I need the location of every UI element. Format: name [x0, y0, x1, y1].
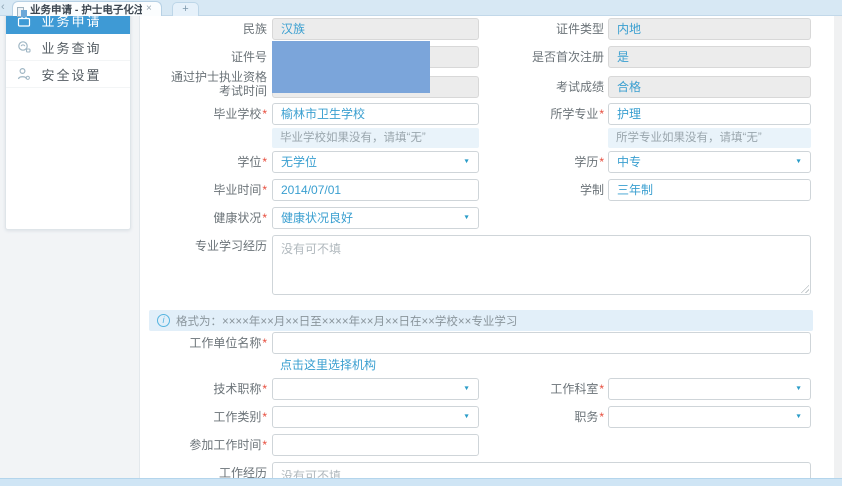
required-asterisk: *	[262, 155, 267, 169]
label-exam-pass-time: 通过护士执业资格考试时间	[140, 70, 267, 98]
new-tab-button[interactable]: +	[172, 2, 199, 16]
required-asterisk: *	[262, 336, 267, 350]
label-id-type: 证件类型	[486, 18, 604, 40]
exam-result-field: 合格	[608, 76, 811, 98]
label-join-work-time: 参加工作时间*	[140, 434, 267, 456]
tab-title: 业务申请 - 护士电子化注	[30, 2, 142, 17]
label-education: 学历*	[486, 151, 604, 173]
label-graduation-date: 毕业时间*	[140, 179, 267, 201]
scrollbar-track[interactable]	[834, 16, 842, 478]
label-work-department: 工作科室*	[486, 378, 604, 400]
sidebar-item-label: 业务查询	[39, 38, 130, 57]
education-select[interactable]: 中专 ▼	[608, 151, 811, 173]
label-id-number: 证件号	[140, 46, 267, 68]
format-info-text: 格式为：××××年××月××日至××××年××月××日在××学校××专业学习	[176, 313, 517, 329]
chevron-down-icon: ▼	[463, 209, 470, 227]
required-asterisk: *	[262, 410, 267, 424]
label-ethnicity: 民族	[140, 18, 267, 40]
sidebar-item-security-settings[interactable]: 安全设置	[6, 61, 130, 88]
ethnicity-field: 汉族	[272, 18, 479, 40]
work-unit-input[interactable]	[272, 332, 811, 354]
chevron-down-icon: ▼	[795, 153, 802, 171]
label-work-experience: 工作经历	[140, 462, 267, 478]
required-asterisk: *	[599, 410, 604, 424]
tab-favicon-icon	[17, 4, 27, 14]
required-asterisk: *	[262, 211, 267, 225]
label-major: 所学专业*	[486, 103, 604, 125]
format-info-bar: i 格式为：××××年××月××日至××××年××月××日在××学校××专业学习	[149, 310, 813, 331]
person-icon	[17, 67, 31, 81]
tab-scroll-left-icon[interactable]: ‹	[1, 0, 5, 15]
selected-value: 健康状况良好	[281, 208, 463, 228]
sidebar-item-business-query[interactable]: 业务查询	[6, 34, 130, 61]
major-input[interactable]: 护理	[608, 103, 811, 125]
label-work-unit: 工作单位名称*	[140, 332, 267, 354]
work-category-select[interactable]: ▼	[272, 406, 479, 428]
technical-title-select[interactable]: ▼	[272, 378, 479, 400]
health-status-select[interactable]: 健康状况良好 ▼	[272, 207, 479, 229]
join-work-time-input[interactable]	[272, 434, 479, 456]
id-type-field: 内地	[608, 18, 811, 40]
browser-tab[interactable]: 业务申请 - 护士电子化注 ×	[12, 1, 162, 16]
form-panel: 民族 汉族 证件类型 内地 证件号 是否首次注册 是 通过护士执业资格考试时间 …	[139, 16, 834, 478]
study-experience-textarea[interactable]	[272, 235, 811, 295]
work-department-select[interactable]: ▼	[608, 378, 811, 400]
selected-value: 无学位	[281, 152, 463, 172]
chevron-down-icon: ▼	[463, 380, 470, 398]
required-asterisk: *	[262, 438, 267, 452]
required-asterisk: *	[262, 107, 267, 121]
sidebar-item-label: 安全设置	[39, 65, 130, 84]
required-asterisk: *	[262, 183, 267, 197]
tab-bar: ‹ 业务申请 - 护士电子化注 × +	[0, 0, 842, 16]
chevron-down-icon: ▼	[795, 408, 802, 426]
chevron-down-icon: ▼	[463, 408, 470, 426]
info-icon: i	[157, 314, 170, 327]
graduation-school-hint: 毕业学校如果没有，请填“无”	[272, 128, 479, 148]
label-study-experience: 专业学习经历	[140, 235, 267, 257]
label-work-category: 工作类别*	[140, 406, 267, 428]
label-health-status: 健康状况*	[140, 207, 267, 229]
required-asterisk: *	[599, 155, 604, 169]
label-technical-title: 技术职称*	[140, 378, 267, 400]
graduation-date-input[interactable]: 2014/07/01	[272, 179, 479, 201]
tab-close-icon[interactable]: ×	[146, 4, 152, 14]
graduation-school-input[interactable]: 榆林市卫生学校	[272, 103, 479, 125]
label-exam-result: 考试成绩	[486, 76, 604, 98]
schooling-length-input[interactable]: 三年制	[608, 179, 811, 201]
first-registration-field: 是	[608, 46, 811, 68]
selected-value: 中专	[617, 152, 795, 172]
degree-select[interactable]: 无学位 ▼	[272, 151, 479, 173]
label-schooling-length: 学制	[486, 179, 604, 201]
required-asterisk: *	[599, 107, 604, 121]
position-select[interactable]: ▼	[608, 406, 811, 428]
label-position: 职务*	[486, 406, 604, 428]
required-asterisk: *	[599, 382, 604, 396]
redaction-overlay	[272, 41, 430, 93]
select-institution-link[interactable]: 点击这里选择机构	[280, 356, 376, 373]
work-experience-textarea[interactable]	[272, 462, 811, 478]
chevron-down-icon: ▼	[463, 153, 470, 171]
chevron-down-icon: ▼	[795, 380, 802, 398]
label-graduation-school: 毕业学校*	[140, 103, 267, 125]
person-query-icon	[17, 40, 31, 54]
label-degree: 学位*	[140, 151, 267, 173]
sidebar: 业务申请 业务查询 安全设置	[5, 6, 131, 230]
required-asterisk: *	[262, 382, 267, 396]
bottom-frame-bar	[0, 478, 842, 486]
major-hint: 所学专业如果没有，请填“无”	[608, 128, 811, 148]
label-first-registration: 是否首次注册	[486, 46, 604, 68]
